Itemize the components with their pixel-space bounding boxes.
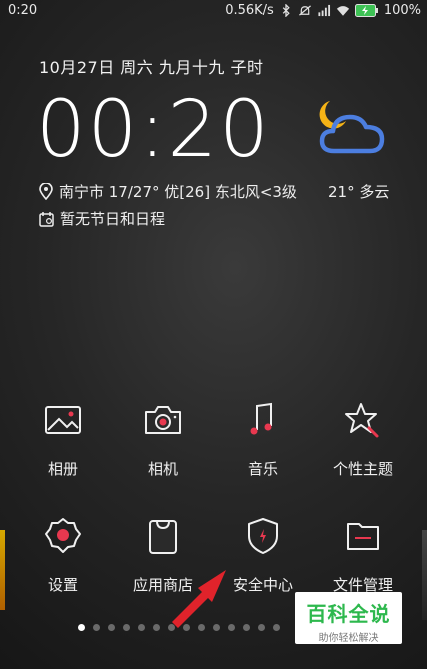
- calendar-icon: [39, 211, 54, 227]
- battery-charging-icon: [354, 4, 378, 17]
- page-dot[interactable]: [243, 624, 250, 631]
- watermark-badge: 百科全说 助你轻松解决: [295, 592, 402, 644]
- page-dot[interactable]: [78, 624, 85, 631]
- page-dot[interactable]: [93, 624, 100, 631]
- signal-icon: [318, 4, 330, 17]
- page-dot[interactable]: [123, 624, 130, 631]
- page-dot[interactable]: [138, 624, 145, 631]
- app-label: 音乐: [247, 460, 278, 478]
- watermark-subtitle: 助你轻松解决: [318, 633, 379, 644]
- location-text: 南宁市 17/27° 优[26] 东北风<3级: [59, 183, 297, 201]
- page-dot[interactable]: [273, 624, 280, 631]
- file-manager-icon: [347, 523, 379, 550]
- status-bar: 0:20 0.56K/s 100%: [0, 0, 427, 22]
- partial-widget-left: [0, 530, 5, 610]
- app-camera[interactable]: 相机: [113, 400, 213, 479]
- partial-widget-right: [422, 530, 427, 620]
- wifi-icon: [336, 6, 349, 16]
- location-weather-line: 南宁市 17/27° 优[26] 东北风<3级: [39, 181, 297, 202]
- app-file-manager[interactable]: 文件管理: [313, 516, 413, 595]
- page-dot[interactable]: [108, 624, 115, 631]
- gallery-icon: [45, 406, 81, 434]
- music-icon: [250, 402, 272, 435]
- status-time: 0:20: [8, 3, 38, 18]
- app-settings[interactable]: 设置: [13, 516, 113, 595]
- status-icons: 0.56K/s 100%: [225, 3, 421, 18]
- app-label: 相机: [147, 460, 178, 478]
- app-music[interactable]: 音乐: [213, 400, 313, 479]
- page-dot[interactable]: [258, 624, 265, 631]
- settings-icon: [45, 518, 81, 553]
- app-gallery[interactable]: 相册: [13, 400, 113, 479]
- camera-icon: [145, 406, 181, 434]
- app-label: 个性主题: [332, 460, 393, 478]
- cloudy-moon-icon: [319, 101, 385, 154]
- bluetooth-icon: [282, 4, 290, 17]
- date-line: 10月27日 周六 九月十九 子时: [39, 58, 264, 77]
- security-icon: [248, 518, 278, 554]
- themes-icon: [345, 403, 379, 438]
- app-themes[interactable]: 个性主题: [313, 400, 413, 479]
- app-label: 相册: [47, 460, 78, 478]
- battery-level: 100%: [383, 3, 421, 18]
- calendar-line: 暂无节日和日程: [39, 208, 165, 229]
- mute-icon: [298, 5, 311, 16]
- current-temperature: 21° 多云: [328, 183, 390, 201]
- app-store-icon: [149, 520, 177, 554]
- red-arrow-annotation: [172, 570, 226, 628]
- network-speed: 0.56K/s: [225, 3, 274, 18]
- calendar-text: 暂无节日和日程: [60, 210, 166, 228]
- location-pin-icon: [39, 183, 53, 200]
- lock-clock: 00:20: [36, 85, 271, 175]
- page-dot[interactable]: [153, 624, 160, 631]
- watermark-title: 百科全说: [306, 602, 391, 626]
- app-label: 设置: [47, 576, 78, 594]
